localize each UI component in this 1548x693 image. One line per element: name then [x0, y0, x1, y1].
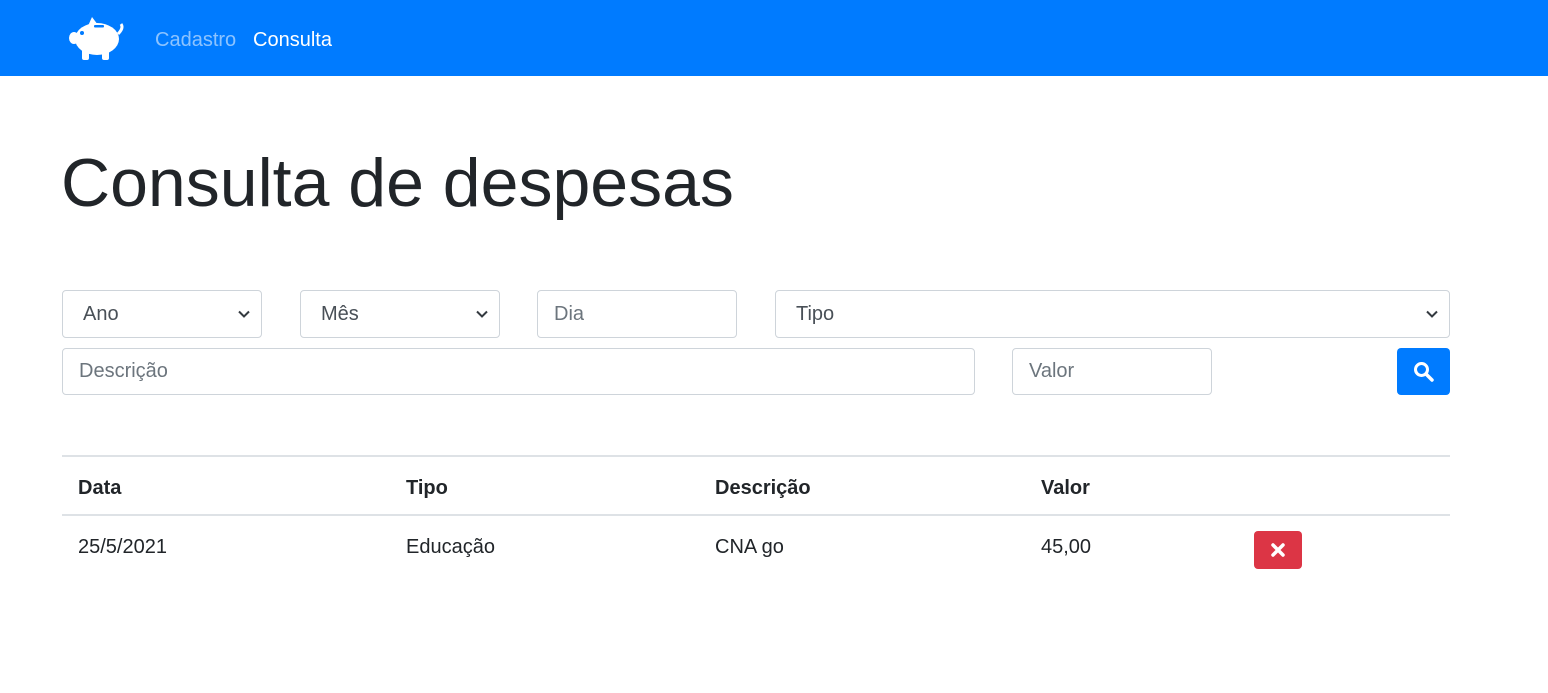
chevron-down-icon [238, 310, 250, 318]
cell-valor: 45,00 [1041, 536, 1092, 558]
search-icon [1414, 362, 1434, 382]
search-button[interactable] [1397, 348, 1450, 395]
ano-select-value: Ano [83, 303, 119, 325]
column-header-descricao: Descrição [715, 477, 811, 499]
navbar: Cadastro Consulta [0, 0, 1548, 76]
chevron-down-icon [476, 310, 488, 318]
tipo-select-value: Tipo [796, 303, 835, 325]
column-header-valor: Valor [1041, 477, 1090, 499]
cell-descricao: CNA go [715, 536, 784, 558]
column-header-tipo: Tipo [406, 477, 448, 499]
column-header-data: Data [78, 477, 122, 499]
dia-input[interactable] [537, 290, 737, 338]
nav-link-consulta[interactable]: Consulta [253, 27, 332, 53]
mes-select[interactable]: Mês [300, 290, 500, 338]
delete-button[interactable] [1254, 531, 1302, 569]
tipo-select[interactable]: Tipo [775, 290, 1450, 338]
close-icon [1271, 543, 1285, 557]
page-title: Consulta de despesas [61, 145, 734, 221]
valor-input[interactable] [1012, 348, 1212, 395]
chevron-down-icon [1426, 310, 1438, 318]
cell-tipo: Educação [406, 536, 495, 558]
mes-select-value: Mês [321, 303, 359, 325]
ano-select[interactable]: Ano [62, 290, 262, 338]
table-top-border [62, 455, 1450, 457]
cell-data: 25/5/2021 [78, 536, 167, 558]
nav-link-cadastro[interactable]: Cadastro [155, 27, 236, 53]
descricao-input[interactable] [62, 348, 975, 395]
piggy-bank-icon[interactable] [68, 14, 124, 62]
table-header-border [62, 514, 1450, 516]
